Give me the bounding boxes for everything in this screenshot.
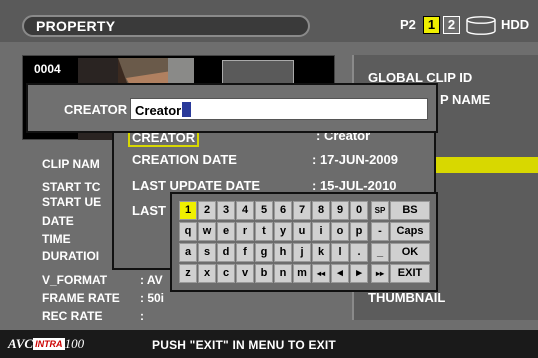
key-r2c1[interactable]: s: [198, 243, 216, 262]
detail-row-last[interactable]: LAST: [132, 203, 166, 218]
thumbnail-label: THUMBNAIL: [368, 290, 446, 305]
header-bar: PROPERTY P2 1 2 HDD: [0, 0, 538, 42]
frame-rate-label: FRAME RATE: [42, 291, 120, 305]
key-ok[interactable]: OK: [390, 243, 430, 262]
key-r0c3[interactable]: 4: [236, 201, 254, 220]
key-r2c0[interactable]: a: [179, 243, 197, 262]
key-r0c6[interactable]: 7: [293, 201, 311, 220]
property-screen: PROPERTY P2 1 2 HDD GLOBAL CLIP ID P NAM…: [0, 0, 538, 358]
key-r3c10[interactable]: ▸▸: [371, 264, 389, 283]
p2-label: P2: [400, 17, 416, 32]
key-r0c9[interactable]: 0: [350, 201, 368, 220]
key-bs[interactable]: BS: [390, 201, 430, 220]
key-r1c4[interactable]: t: [255, 222, 273, 241]
key-r2c3[interactable]: f: [236, 243, 254, 262]
key-r2c4[interactable]: g: [255, 243, 273, 262]
key-r1c9[interactable]: p: [350, 222, 368, 241]
key-r1c3[interactable]: r: [236, 222, 254, 241]
name-label-fragment: P NAME: [440, 92, 491, 107]
key-r0c4[interactable]: 5: [255, 201, 273, 220]
key-r0c7[interactable]: 8: [312, 201, 330, 220]
key-r0c10[interactable]: SP: [371, 201, 389, 220]
clip-number: 0004: [34, 62, 61, 76]
creator-input-dialog: CREATOR Creator: [26, 83, 438, 133]
key-r2c5[interactable]: h: [274, 243, 292, 262]
key-r3c3[interactable]: v: [236, 264, 254, 283]
start-ub-label: START UE: [42, 195, 102, 209]
text-cursor: [182, 102, 192, 117]
key-r1c0[interactable]: q: [179, 222, 197, 241]
creator-input-value: Creator: [135, 103, 182, 118]
key-r3c0[interactable]: z: [179, 264, 197, 283]
key-r3c7[interactable]: ◂◂: [312, 264, 330, 283]
last-update-date-value: : 15-JUL-2010: [312, 178, 397, 193]
clip-name-label: CLIP NAM: [42, 157, 100, 171]
detail-row-creation-date[interactable]: CREATION DATE: [132, 152, 237, 167]
start-tc-label: START TC: [42, 180, 101, 194]
frame-rate-value: : 50i: [140, 291, 165, 305]
key-r2c6[interactable]: j: [293, 243, 311, 262]
key-r0c8[interactable]: 9: [331, 201, 349, 220]
date-label: DATE: [42, 214, 74, 228]
key-r2c9[interactable]: .: [350, 243, 368, 262]
key-caps[interactable]: Caps: [390, 222, 430, 241]
time-label: TIME: [42, 232, 71, 246]
creation-date-value: : 17-JUN-2009: [312, 152, 398, 167]
avc-intra-100-logo: AVC INTRA 100: [8, 336, 85, 351]
key-exit[interactable]: EXIT: [390, 264, 430, 283]
rec-rate-label: REC RATE: [42, 309, 103, 323]
key-r1c10[interactable]: -: [371, 222, 389, 241]
detail-row-last-update-date[interactable]: LAST UPDATE DATE: [132, 178, 260, 193]
title-pill: PROPERTY: [22, 15, 310, 37]
key-r3c5[interactable]: n: [274, 264, 292, 283]
key-r1c6[interactable]: u: [293, 222, 311, 241]
key-r2c10[interactable]: _: [371, 243, 389, 262]
key-r2c2[interactable]: d: [217, 243, 235, 262]
key-r3c9[interactable]: ▸: [350, 264, 368, 283]
hdd-label: HDD: [501, 17, 530, 32]
key-r0c2[interactable]: 3: [217, 201, 235, 220]
key-r1c2[interactable]: e: [217, 222, 235, 241]
hdd-icon: [466, 16, 496, 35]
key-r1c7[interactable]: i: [312, 222, 330, 241]
creator-input-field[interactable]: Creator: [130, 98, 428, 120]
key-r3c2[interactable]: c: [217, 264, 235, 283]
key-r0c0[interactable]: 1: [179, 201, 197, 220]
duration-label: DURATIOI: [42, 249, 100, 263]
slot-1-indicator: 1: [423, 16, 440, 34]
slot-2-indicator: 2: [443, 16, 460, 34]
key-r0c5[interactable]: 6: [274, 201, 292, 220]
software-keyboard: 1 2 3 4 5 6 7 8 9 0 SP BS q w e r t y u i o p - Caps a s d f g h j k l. _…: [170, 192, 438, 292]
v-format-label: V_FORMAT: [42, 273, 108, 287]
v-format-value: : AV: [140, 273, 163, 287]
key-r3c1[interactable]: x: [198, 264, 216, 283]
footer-bar: AVC INTRA 100 PUSH "EXIT" IN MENU TO EXIT: [0, 330, 538, 358]
key-r3c4[interactable]: b: [255, 264, 273, 283]
key-r0c1[interactable]: 2: [198, 201, 216, 220]
key-r1c8[interactable]: o: [331, 222, 349, 241]
key-r2c7[interactable]: k: [312, 243, 330, 262]
key-r1c5[interactable]: y: [274, 222, 292, 241]
key-r2c8[interactable]: l: [331, 243, 349, 262]
key-r3c6[interactable]: m: [293, 264, 311, 283]
creator-label: CREATOR: [64, 102, 128, 117]
key-r3c8[interactable]: ◂: [331, 264, 349, 283]
footer-message: PUSH "EXIT" IN MENU TO EXIT: [152, 338, 336, 352]
page-title: PROPERTY: [36, 18, 116, 34]
key-r1c1[interactable]: w: [198, 222, 216, 241]
rec-rate-value: :: [140, 309, 144, 323]
